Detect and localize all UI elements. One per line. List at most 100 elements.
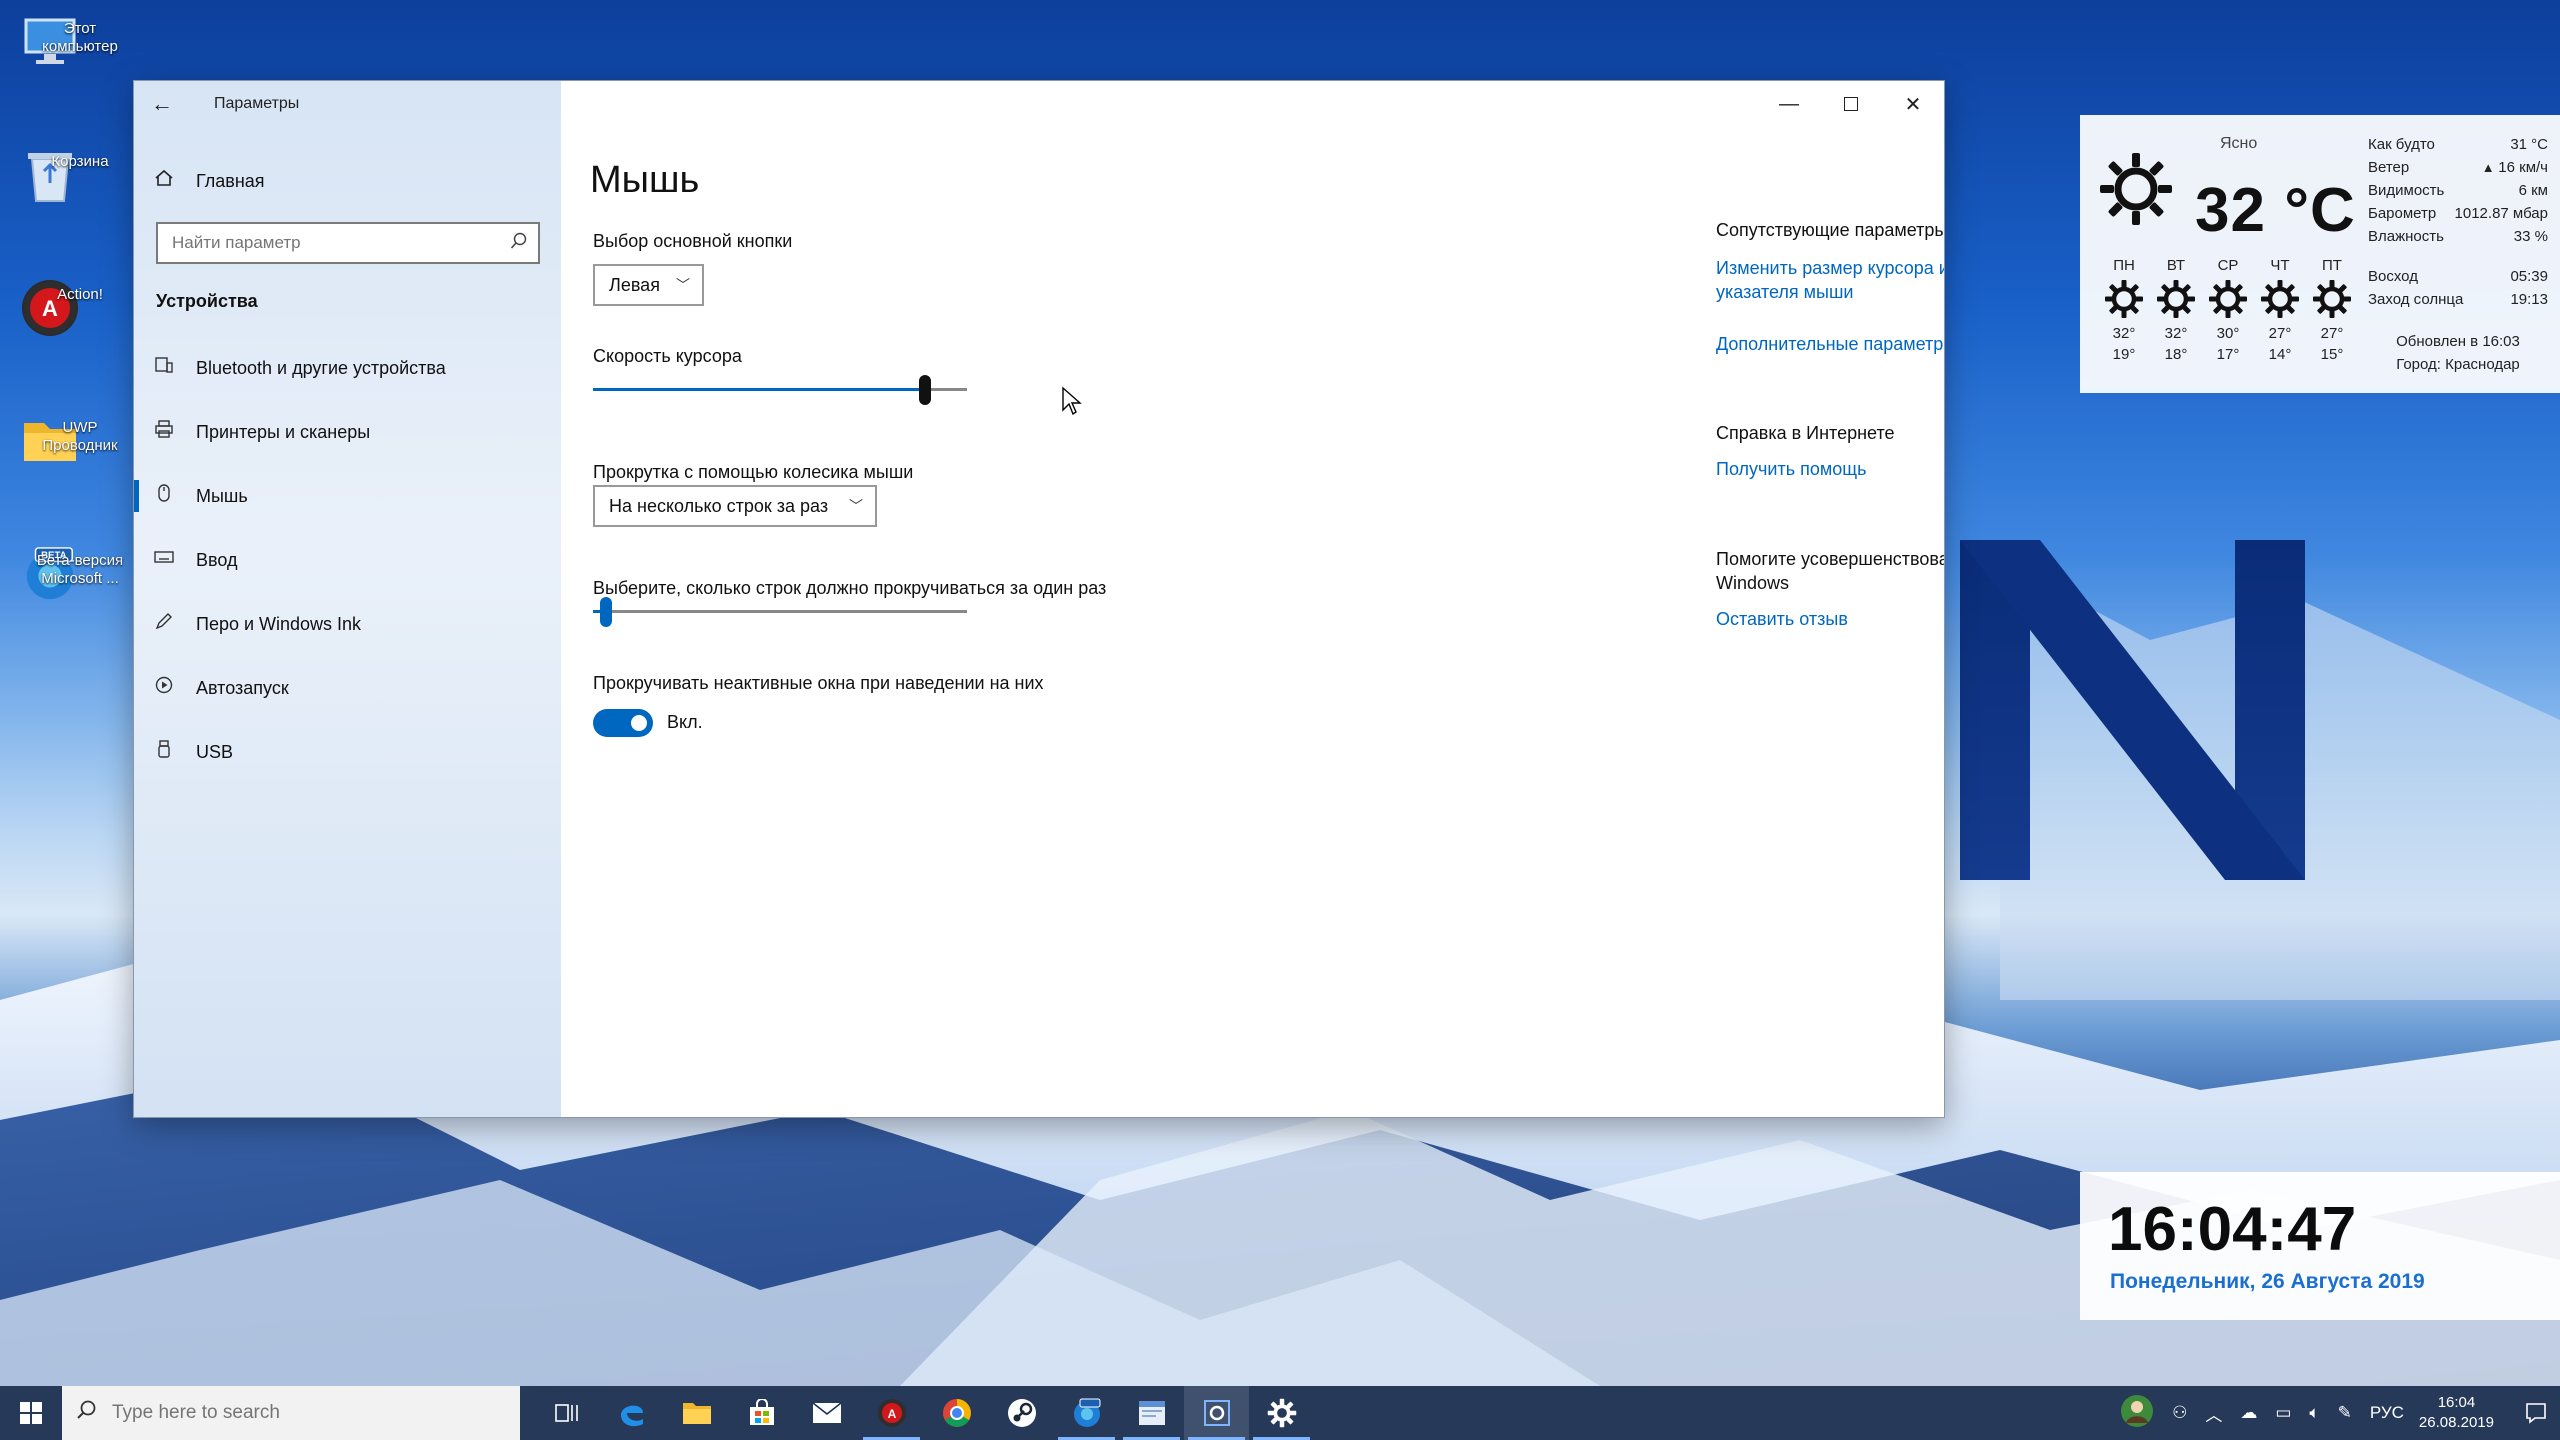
task-view-button[interactable]: [534, 1386, 599, 1440]
taskbar-clock[interactable]: 16:04 26.08.2019: [2419, 1393, 2494, 1433]
toggle-state: Вкл.: [667, 712, 703, 732]
feedback-link[interactable]: Оставить отзыв: [1716, 607, 1944, 631]
maximize-button[interactable]: [1820, 81, 1882, 127]
search-icon[interactable]: [510, 232, 528, 255]
taskbar-store[interactable]: [729, 1386, 794, 1440]
search-input[interactable]: [172, 233, 510, 253]
language-indicator[interactable]: РУС: [2370, 1403, 2404, 1423]
weather-updated: Обновлен в 16:03 Город: Краснодар: [2368, 330, 2548, 376]
chevron-up-icon[interactable]: ︿: [2205, 1401, 2222, 1426]
forecast-high: 30°: [2216, 325, 2240, 342]
start-button[interactable]: [0, 1386, 62, 1440]
sidebar-item-usb[interactable]: USB: [134, 720, 561, 784]
humidity-value: 33 %: [2513, 228, 2548, 245]
forecast-high: 27°: [2268, 325, 2292, 342]
desktop-icon-pc[interactable]: Этот компьютер: [0, 10, 118, 143]
desktop-icon-label: UWP Проводник: [42, 419, 118, 454]
home-link[interactable]: Главная: [154, 161, 265, 201]
taskbar-search[interactable]: [62, 1386, 520, 1440]
related-title: Сопутствующие параметры: [1716, 220, 1944, 240]
store-icon: [749, 1399, 774, 1425]
taskbar: A ⚇ ︿ ☁ ▭ 🔈︎ ✎ РУС 16:04 26.08.2019: [0, 1386, 2560, 1440]
scroll-mode-dropdown[interactable]: На несколько строк за раз ﹀: [593, 485, 877, 527]
chevron-down-icon: ﹀: [676, 277, 690, 293]
taskbar-action[interactable]: A: [859, 1386, 924, 1440]
people-icon[interactable]: ⚇: [2172, 1403, 2187, 1423]
forecast-day: ЧТ 27° 14°: [2254, 257, 2306, 365]
settings-search[interactable]: [156, 222, 540, 264]
minimize-icon: —: [1779, 92, 1799, 115]
sidebar-item-autoplay[interactable]: Автозапуск: [134, 656, 561, 720]
forecast-day: ПН 32° 19°: [2098, 257, 2150, 365]
pen-workspace-icon[interactable]: ✎: [2338, 1403, 2352, 1423]
taskbar-settings-app[interactable]: [1184, 1386, 1249, 1440]
primary-button-dropdown[interactable]: Левая ﹀: [593, 264, 704, 306]
toggle-knob: [631, 715, 647, 731]
notification-icon: [2526, 1403, 2546, 1424]
network-icon[interactable]: ▭: [2275, 1403, 2291, 1423]
desktop-icon-uwp-explorer[interactable]: UWP Проводник: [0, 409, 118, 542]
taskbar-edge-beta[interactable]: [1054, 1386, 1119, 1440]
primary-button-label: Выбор основной кнопки: [593, 231, 793, 251]
forecast-high: 32°: [2164, 325, 2188, 342]
sidebar-item-pen[interactable]: Перо и Windows Ink: [134, 592, 561, 656]
close-icon: ✕: [1904, 93, 1922, 116]
user-avatar[interactable]: [2120, 1394, 2154, 1433]
sun-icon: [2150, 279, 2202, 323]
forecast-low: 18°: [2164, 346, 2188, 363]
onedrive-icon[interactable]: ☁: [2240, 1403, 2257, 1423]
task-view-icon: [554, 1404, 578, 1422]
desktop-icon-recycle-bin[interactable]: Корзина: [0, 143, 109, 276]
forecast-low: 15°: [2320, 346, 2344, 363]
inactive-scroll-toggle[interactable]: [593, 709, 653, 737]
slider-track: [593, 610, 967, 613]
sun-icon: [2306, 279, 2358, 323]
get-help-link[interactable]: Получить помощь: [1716, 457, 1944, 481]
taskbar-steam[interactable]: [989, 1386, 1054, 1440]
forecast-day-name: ПТ: [2322, 257, 2342, 274]
taskbar-edge[interactable]: [599, 1386, 664, 1440]
settings-window[interactable]: ← Параметры Главная Устройства Bluetooth…: [134, 81, 1944, 1117]
related-settings: Сопутствующие параметры Изменить размер …: [1716, 218, 1944, 356]
desktop-icon-action[interactable]: A Action!: [0, 276, 103, 409]
page-title: Мышь: [590, 159, 700, 201]
sidebar-item-mouse[interactable]: Мышь: [134, 464, 561, 528]
desktop-icon-label: Этот компьютер: [42, 20, 118, 55]
minimize-button[interactable]: —: [1758, 81, 1820, 127]
sidebar-item-printers[interactable]: Принтеры и сканеры: [134, 400, 561, 464]
lines-slider[interactable]: [593, 597, 967, 627]
settings-content: — ✕ Мышь Выбор основной кнопки Левая ﹀ С…: [561, 81, 1944, 1117]
sunset-label: Заход солнца: [2368, 291, 2464, 308]
sidebar-item-label: Принтеры и сканеры: [196, 421, 371, 442]
volume-icon[interactable]: 🔈︎: [2309, 1403, 2319, 1423]
sidebar-item-typing[interactable]: Ввод: [134, 528, 561, 592]
taskbar-window-app[interactable]: [1119, 1386, 1184, 1440]
forecast-day: СР 30° 17°: [2202, 257, 2254, 365]
desktop-icon-edge-beta[interactable]: BETA Бета-версия Microsoft ...: [0, 542, 123, 675]
taskbar-settings[interactable]: [1249, 1386, 1314, 1440]
edge-beta-icon: [1073, 1398, 1100, 1427]
sun-icon: [2202, 279, 2254, 323]
weather-city: Город: Краснодар: [2396, 356, 2520, 373]
forecast-low: 19°: [2112, 346, 2136, 363]
printer-icon: [154, 419, 196, 445]
sidebar-item-bluetooth[interactable]: Bluetooth и другие устройства: [134, 336, 561, 400]
cursor-speed-slider[interactable]: [593, 375, 967, 405]
forecast-high: 27°: [2320, 325, 2344, 342]
weather-details: Как будто 31 °C Ветер ▲ 16 км/ч Видимость 6…: [2368, 133, 2548, 248]
additional-mouse-options-link[interactable]: Дополнительные параметры мыши: [1716, 332, 1944, 356]
taskbar-mail[interactable]: [794, 1386, 859, 1440]
clock-widget[interactable]: 16:04:47 Понедельник, 26 Августа 2019: [2080, 1172, 2560, 1320]
back-button[interactable]: ←: [134, 81, 190, 127]
taskbar-chrome[interactable]: [924, 1386, 989, 1440]
gear-icon: [1267, 1398, 1296, 1428]
title-bar[interactable]: ← Параметры: [134, 81, 561, 127]
close-button[interactable]: ✕: [1882, 81, 1944, 127]
slider-thumb[interactable]: [600, 597, 612, 627]
taskbar-explorer[interactable]: [664, 1386, 729, 1440]
slider-thumb[interactable]: [919, 375, 931, 405]
cursor-size-link[interactable]: Изменить размер курсора и указателя мыши: [1716, 256, 1944, 304]
weather-widget[interactable]: Ясно 32 °C ПН 32° 19° ВТ 32° 18° СР 30° 17° ЧТ…: [2080, 115, 2560, 393]
taskbar-search-input[interactable]: [112, 1402, 520, 1424]
action-center-button[interactable]: [2512, 1386, 2560, 1440]
